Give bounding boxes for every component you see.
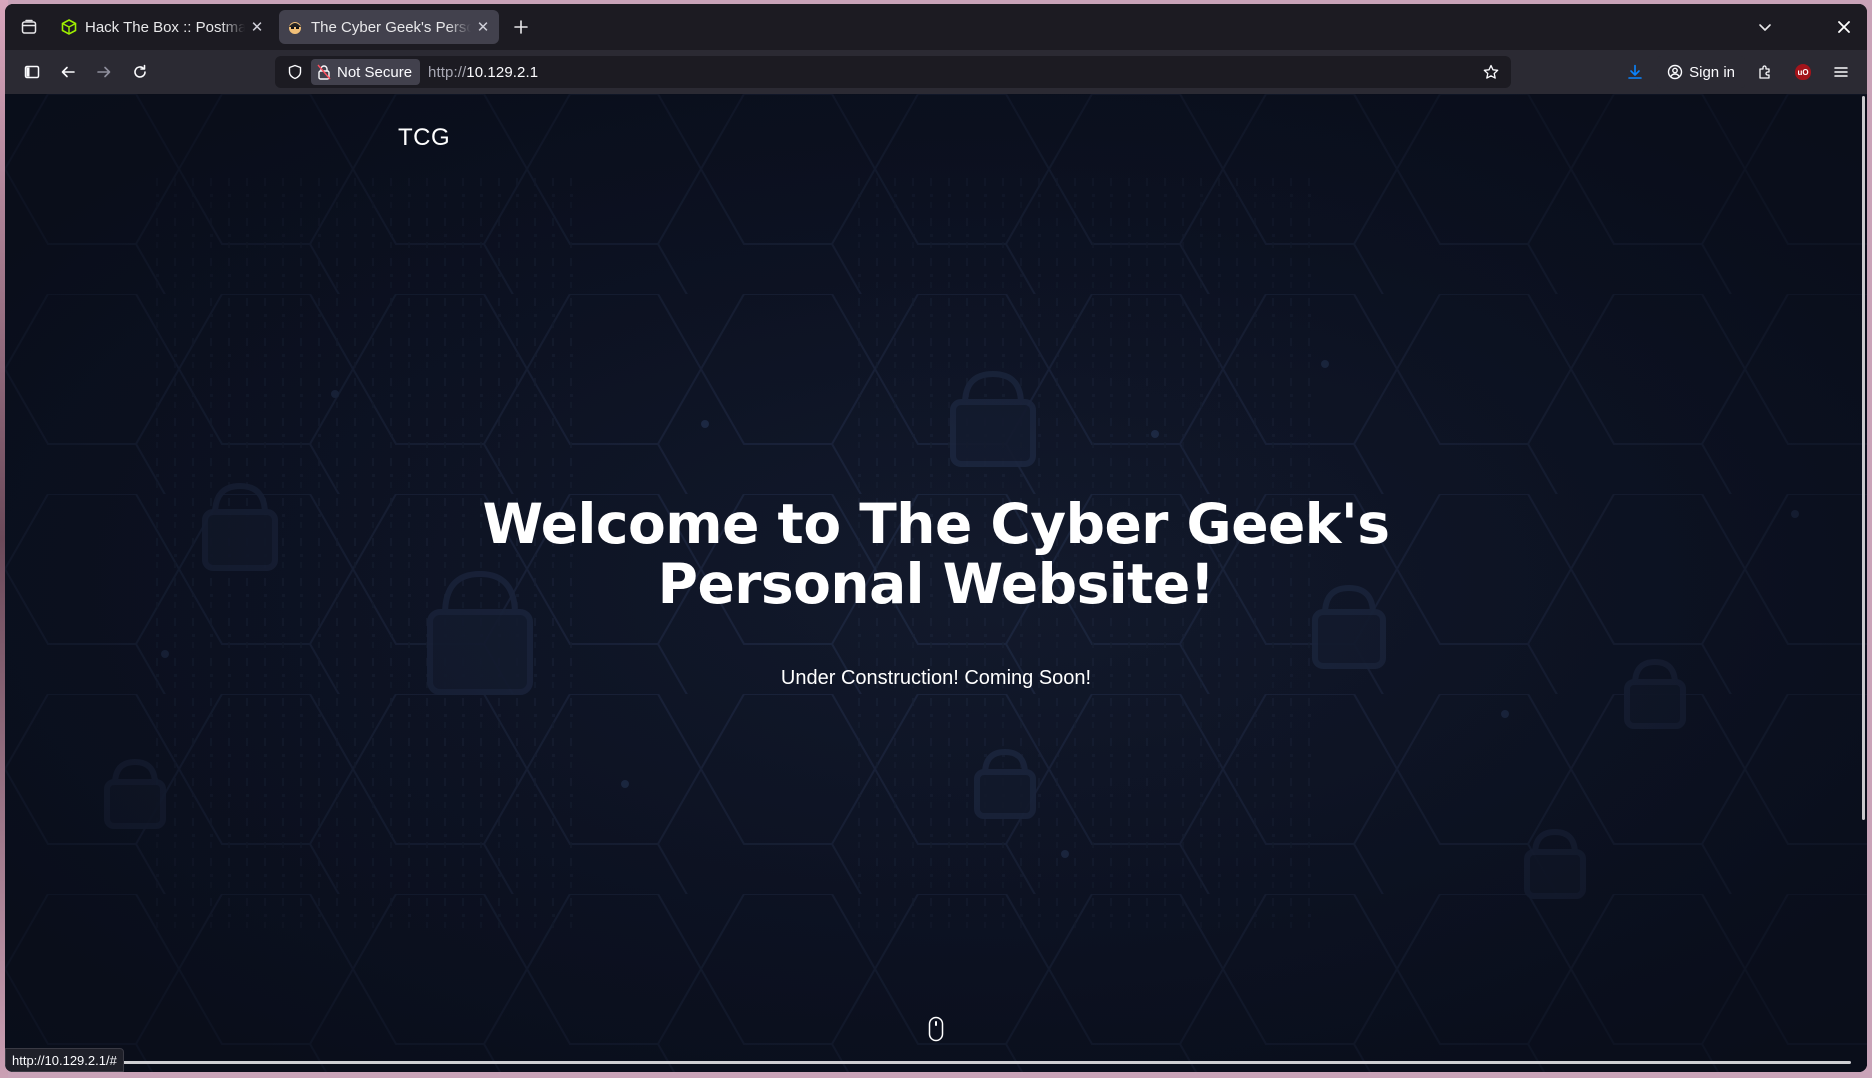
puzzle-icon — [1759, 65, 1770, 79]
hero-title: Welcome to The Cyber Geek's Personal Web… — [5, 494, 1867, 614]
tab-cyber-geek[interactable]: The Cyber Geek's Personal Website ✕ — [279, 10, 499, 44]
close-tab-icon[interactable]: ✕ — [249, 18, 265, 36]
app-menu-button[interactable] — [1823, 55, 1859, 89]
back-button[interactable] — [51, 55, 85, 89]
tracking-protection-button[interactable] — [281, 58, 309, 86]
tab-hack-the-box[interactable]: Hack The Box :: Postman | Machine Info ✕ — [53, 10, 273, 44]
tab-title: Hack The Box :: Postman | Machine Info — [85, 18, 245, 36]
bookmark-star-button[interactable] — [1479, 60, 1503, 84]
download-icon — [1628, 64, 1642, 79]
list-all-tabs-button[interactable] — [1745, 7, 1785, 47]
tab-title: The Cyber Geek's Personal Website — [311, 18, 471, 36]
insecure-lock-icon — [317, 64, 331, 80]
chevron-down-icon — [1759, 24, 1771, 31]
url-text[interactable]: http://10.129.2.1 — [428, 64, 538, 81]
ublock-origin-button[interactable]: uO — [1785, 55, 1821, 89]
sign-in-label: Sign in — [1689, 63, 1735, 81]
browser-window: Hack The Box :: Postman | Machine Info ✕… — [5, 4, 1867, 1072]
sidebar-toggle-button[interactable] — [15, 55, 49, 89]
tab-strip: Hack The Box :: Postman | Machine Info ✕… — [5, 4, 1867, 50]
hero-title-line-1: Welcome to The Cyber Geek's — [482, 492, 1390, 556]
url-host: 10.129.2.1 — [466, 63, 539, 81]
arrow-right-icon — [97, 66, 111, 78]
url-bar[interactable]: Not Secure http://10.129.2.1 — [275, 56, 1511, 88]
hero-title-line-2: Personal Website! — [657, 552, 1215, 616]
site-security-button[interactable]: Not Secure — [311, 59, 421, 85]
shield-icon — [288, 64, 302, 80]
plus-icon — [514, 20, 528, 34]
star-icon — [1483, 64, 1499, 79]
url-scheme: http:// — [428, 63, 467, 81]
reload-icon — [134, 64, 146, 78]
horizontal-scrollbar[interactable] — [5, 1061, 1851, 1064]
security-label: Not Secure — [337, 63, 413, 81]
hero-subtitle: Under Construction! Coming Soon! — [780, 667, 1092, 689]
reload-button[interactable] — [123, 55, 157, 89]
site-logo[interactable]: TCG — [398, 124, 450, 152]
downloads-button[interactable] — [1617, 55, 1653, 89]
window-close-button[interactable] — [1827, 10, 1861, 44]
ublock-shield-icon: uO — [1795, 64, 1811, 80]
firefox-view-icon — [21, 19, 37, 34]
sign-in-button[interactable]: Sign in — [1657, 56, 1745, 88]
htb-cube-icon — [61, 19, 77, 35]
hacker-face-icon — [289, 22, 301, 34]
new-tab-button[interactable] — [505, 11, 537, 43]
status-bar-link-preview: http://10.129.2.1/# — [5, 1048, 124, 1072]
scroll-down-mouse-icon[interactable] — [928, 1016, 944, 1042]
arrow-left-icon — [61, 66, 75, 78]
sidebar-icon — [24, 65, 40, 79]
extensions-button[interactable] — [1747, 55, 1783, 89]
hamburger-menu-icon — [1834, 67, 1848, 77]
forward-button[interactable] — [87, 55, 121, 89]
vertical-scrollbar[interactable] — [1859, 94, 1867, 1072]
vertical-scrollbar-thumb[interactable] — [1862, 96, 1865, 820]
navigation-toolbar: Not Secure http://10.129.2.1 Sign in uO — [5, 50, 1867, 94]
account-icon — [1667, 64, 1683, 80]
close-icon — [1838, 21, 1850, 33]
close-tab-icon[interactable]: ✕ — [475, 18, 491, 36]
firefox-view-button[interactable] — [11, 11, 47, 43]
web-page: TCG Welcome to The Cyber Geek's Personal… — [5, 94, 1867, 1072]
